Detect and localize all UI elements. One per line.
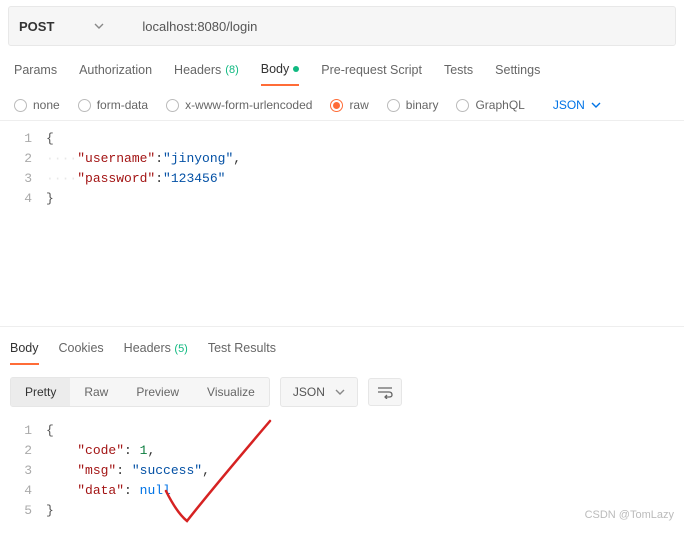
response-body-editor[interactable]: 1{ 2 "code": 1, 3 "msg": "success", 4 "d… [0,419,684,531]
chevron-down-icon [94,21,104,31]
radio-icon [14,99,27,112]
view-preview-button[interactable]: Preview [122,378,193,406]
view-raw-button[interactable]: Raw [70,378,122,406]
body-type-formdata[interactable]: form-data [78,98,148,112]
line-number: 3 [0,461,46,481]
body-type-graphql[interactable]: GraphQL [456,98,524,112]
radio-icon [166,99,179,112]
resp-tab-headers-count: (5) [174,343,187,355]
response-tabs: Body Cookies Headers (5) Test Results [0,327,684,365]
body-type-none[interactable]: none [14,98,60,112]
resp-tab-body[interactable]: Body [10,341,39,365]
line-number: 2 [0,441,46,461]
tab-body-label: Body [261,62,290,76]
chevron-down-icon [335,387,345,397]
request-url-input[interactable]: localhost:8080/login [142,19,257,34]
line-number: 1 [0,421,46,441]
line-number: 2 [0,149,46,169]
line-number: 4 [0,481,46,501]
view-visualize-button[interactable]: Visualize [193,378,269,406]
chevron-down-icon [591,100,601,110]
tab-body[interactable]: Body [261,62,300,86]
response-view-bar: Pretty Raw Preview Visualize JSON [0,365,684,419]
radio-icon [387,99,400,112]
radio-selected-icon [330,99,343,112]
line-number: 4 [0,189,46,209]
request-tabs: Params Authorization Headers (8) Body Pr… [0,46,684,86]
wrap-icon [377,385,393,399]
request-body-editor[interactable]: 1{ 2····"username":"jinyong", 3····"pass… [0,120,684,320]
resp-tab-testresults[interactable]: Test Results [208,341,276,365]
http-method-select[interactable]: POST [19,19,118,34]
line-number: 1 [0,129,46,149]
resp-tab-headers[interactable]: Headers (5) [124,341,188,365]
tab-params[interactable]: Params [14,62,57,86]
radio-icon [78,99,91,112]
tab-prerequest[interactable]: Pre-request Script [321,62,422,86]
body-modified-indicator-icon [293,66,299,72]
body-type-binary[interactable]: binary [387,98,439,112]
response-language-select[interactable]: JSON [280,377,358,407]
body-type-raw[interactable]: raw [330,98,368,112]
tab-headers-count: (8) [225,64,238,76]
tab-settings[interactable]: Settings [495,62,540,86]
body-type-row: none form-data x-www-form-urlencoded raw… [0,86,684,120]
radio-icon [456,99,469,112]
tab-headers-label: Headers [174,63,221,77]
tab-headers[interactable]: Headers (8) [174,62,239,86]
line-number: 3 [0,169,46,189]
wrap-lines-button[interactable] [368,378,402,406]
body-type-xwww[interactable]: x-www-form-urlencoded [166,98,312,112]
tab-tests[interactable]: Tests [444,62,473,86]
response-language-label: JSON [293,385,325,399]
request-bar: POST localhost:8080/login [8,6,676,46]
http-method-label: POST [19,19,54,34]
watermark-text: CSDN @TomLazy [585,505,674,525]
view-pretty-button[interactable]: Pretty [11,378,70,406]
resp-tab-headers-label: Headers [124,341,171,355]
body-language-select[interactable]: JSON [553,98,601,112]
resp-tab-cookies[interactable]: Cookies [59,341,104,365]
response-view-segment: Pretty Raw Preview Visualize [10,377,270,407]
body-language-label: JSON [553,98,585,112]
tab-authorization[interactable]: Authorization [79,62,152,86]
line-number: 5 [0,501,46,521]
